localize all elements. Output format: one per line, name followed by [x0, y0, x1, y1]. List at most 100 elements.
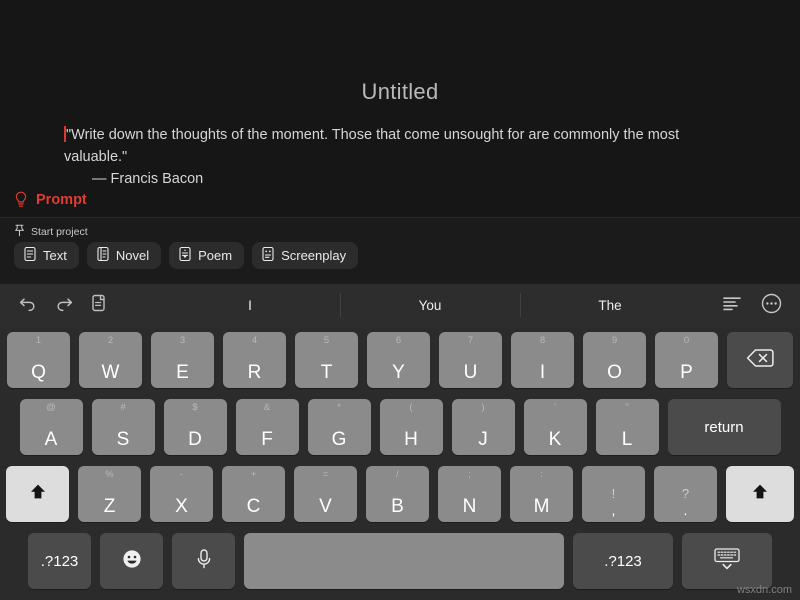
more-circle-icon[interactable]	[761, 293, 782, 319]
key-main-label: E	[176, 362, 189, 383]
document-body[interactable]: "Write down the thoughts of the moment. …	[64, 124, 732, 190]
key-shift-left[interactable]	[6, 466, 69, 522]
key-comma[interactable]: ! ,	[582, 466, 645, 522]
redo-icon[interactable]	[54, 294, 74, 317]
key-b[interactable]: / B	[366, 466, 429, 522]
key-main-label: ,	[611, 502, 616, 518]
key-alt-label: (	[409, 402, 413, 413]
key-h[interactable]: (H	[379, 399, 443, 455]
paste-icon[interactable]	[90, 293, 108, 318]
key-a[interactable]: @ A	[19, 399, 83, 455]
prompt-label: Prompt	[36, 192, 87, 208]
key-g[interactable]: * G	[307, 399, 371, 455]
document-screenplay-icon	[261, 246, 275, 265]
key-w[interactable]: 2W	[79, 332, 142, 388]
key-main-label: M	[533, 496, 550, 517]
key-alt-label: $	[192, 402, 198, 413]
document-quote: "Write down the thoughts of the moment. …	[64, 127, 680, 165]
toolbar-right-actions	[721, 293, 800, 319]
suggestion-item[interactable]: The	[520, 284, 700, 327]
keyboard-row-1: 1Q 2W 3E 4R 5T 6Y 7U 8I 9O 0P	[0, 331, 800, 388]
project-chip-text[interactable]: Text	[14, 242, 79, 269]
document-text-icon	[23, 246, 37, 265]
project-chip-list: Text Novel Poem Screenplay	[14, 242, 359, 269]
key-main-label: B	[391, 496, 404, 517]
key-main-label: A	[44, 429, 58, 450]
key-l[interactable]: " L	[595, 399, 659, 455]
key-alt-label: 2	[107, 335, 114, 346]
key-main-label: return	[704, 418, 744, 436]
key-r[interactable]: 4R	[223, 332, 286, 388]
undo-icon[interactable]	[18, 294, 38, 317]
project-chip-label: Text	[43, 248, 67, 263]
key-alt-label: @	[46, 402, 56, 413]
key-alt-label: *	[337, 402, 341, 413]
key-dismiss-keyboard[interactable]	[682, 533, 772, 589]
dismiss-keyboard-icon	[710, 546, 744, 577]
onscreen-keyboard: I You The 1 Q 2 W 3 E 4 R 5 T 6 Y 7 U 8 …	[0, 284, 800, 600]
key-alt-label: &	[263, 402, 271, 413]
start-project-label: Start project	[31, 226, 88, 238]
key-v[interactable]: = V	[294, 466, 357, 522]
key-main-label: G	[331, 429, 347, 450]
backspace-icon	[745, 347, 775, 374]
key-alt-label: :	[540, 469, 543, 480]
project-chip-screenplay[interactable]: Screenplay	[252, 242, 359, 269]
key-i[interactable]: 8I	[511, 332, 574, 388]
key-main-label: F	[261, 429, 273, 450]
key-main-label: .?123	[604, 552, 642, 570]
key-return[interactable]: return	[667, 399, 781, 455]
key-alt-label: !	[611, 486, 616, 501]
suggestion-item[interactable]: You	[340, 284, 520, 327]
key-main-label: C	[246, 496, 261, 517]
key-d[interactable]: $ D	[163, 399, 227, 455]
key-j[interactable]: ) J	[451, 399, 515, 455]
text-format-icon[interactable]	[721, 294, 743, 317]
key-dictation[interactable]	[172, 533, 235, 589]
key-shift-right[interactable]	[726, 466, 794, 522]
key-y[interactable]: 6Y	[367, 332, 430, 388]
key-main-label: N	[462, 496, 477, 517]
start-project-header: Start project	[14, 224, 88, 240]
toolbar-left-actions	[0, 293, 160, 318]
key-period[interactable]: ? .	[654, 466, 717, 522]
key-k[interactable]: ' K	[523, 399, 587, 455]
key-t[interactable]: 5T	[295, 332, 358, 388]
keyboard-toolbar: I You The	[0, 284, 800, 327]
key-alt-label: 5	[323, 335, 330, 346]
key-u[interactable]: 7U	[439, 332, 502, 388]
suggestion-item[interactable]: I	[160, 284, 340, 327]
document-poem-icon	[178, 246, 192, 265]
key-e[interactable]: 3E	[151, 332, 214, 388]
key-c[interactable]: + C	[222, 466, 285, 522]
watermark: wsxdn.com	[736, 584, 792, 596]
key-main-label: K	[548, 429, 562, 450]
key-numbers-right[interactable]: .?123	[573, 533, 673, 589]
key-alt-label: 6	[395, 335, 402, 346]
page-title: Untitled	[361, 79, 439, 104]
key-alt-label: 0	[683, 335, 690, 346]
key-alt-label: /	[396, 469, 399, 480]
key-space[interactable]	[244, 533, 564, 589]
key-alt-label: #	[120, 402, 126, 413]
key-o[interactable]: 9O	[583, 332, 646, 388]
project-chip-label: Poem	[198, 248, 233, 263]
key-numbers-left[interactable]: .?123	[28, 533, 91, 589]
key-x[interactable]: -X	[150, 466, 213, 522]
key-backspace[interactable]	[727, 332, 793, 388]
book-icon	[96, 246, 110, 265]
key-f[interactable]: & F	[235, 399, 299, 455]
key-s[interactable]: # S	[91, 399, 155, 455]
key-p[interactable]: 0P	[655, 332, 718, 388]
prompt-row[interactable]: Prompt	[0, 183, 800, 217]
project-chip-novel[interactable]: Novel	[86, 242, 162, 269]
project-chip-poem[interactable]: Poem	[169, 242, 245, 269]
key-z[interactable]: % Z	[78, 466, 141, 522]
key-main-label: Y	[392, 362, 405, 383]
key-q[interactable]: 1Q	[7, 332, 70, 388]
key-emoji[interactable]	[100, 533, 163, 589]
key-alt-label: '	[554, 402, 556, 413]
key-alt-label: 7	[467, 335, 474, 346]
key-m[interactable]: :M	[510, 466, 573, 522]
key-n[interactable]: ; N	[438, 466, 501, 522]
